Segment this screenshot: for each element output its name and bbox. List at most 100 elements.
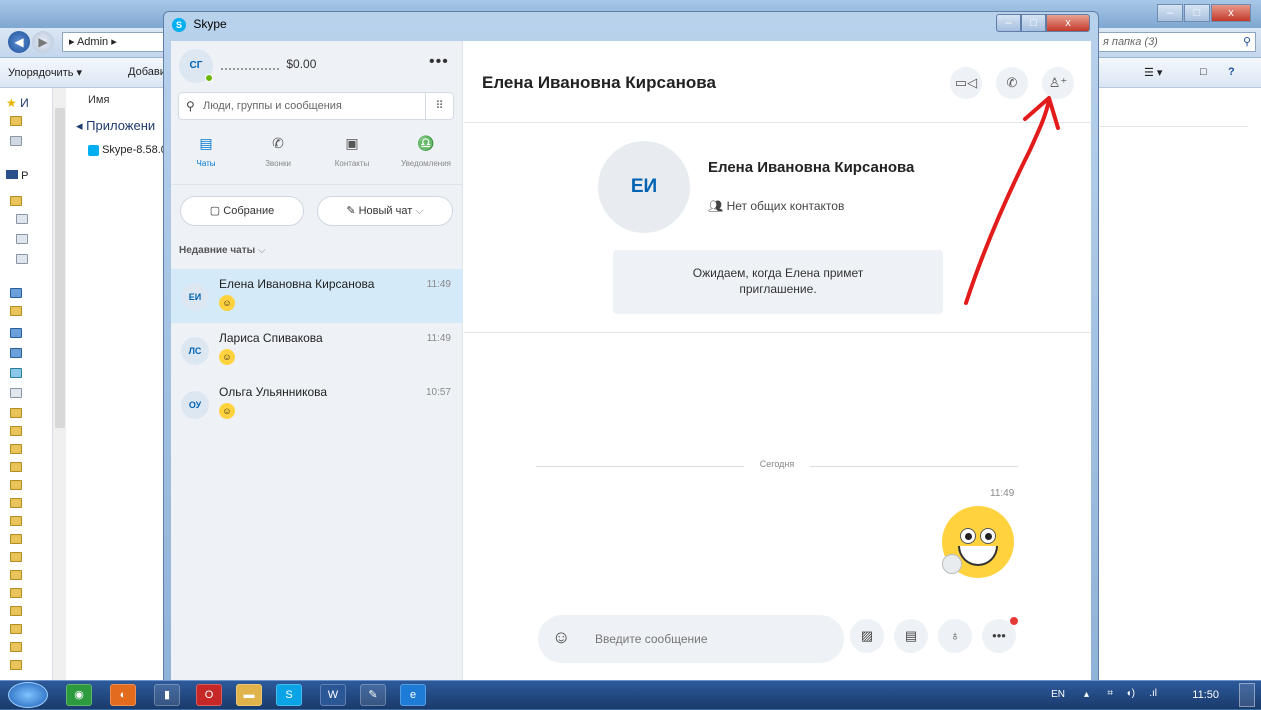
explorer-maximize-button[interactable]: □ <box>1184 4 1210 22</box>
folder-icon[interactable] <box>10 642 22 652</box>
start-button[interactable] <box>8 682 48 708</box>
folder-icon[interactable] <box>10 660 22 670</box>
paint-taskbar-icon[interactable]: ✎ <box>360 684 386 706</box>
computer-item[interactable]: P <box>6 170 28 182</box>
computer-icon <box>6 170 18 179</box>
chrome-taskbar-icon[interactable]: ◉ <box>66 684 92 706</box>
search-icon[interactable]: ⚲ <box>1243 33 1251 51</box>
document-icon[interactable] <box>16 214 28 224</box>
emoji-eye <box>980 528 996 544</box>
tab-chats[interactable]: ▤ Чаты <box>171 135 241 168</box>
video-call-button[interactable]: ▭◁ <box>950 67 982 99</box>
folder-icon[interactable] <box>10 462 22 472</box>
chevron-up-icon[interactable]: ▴ <box>1084 689 1089 700</box>
folder-icon[interactable] <box>10 196 22 206</box>
explorer-search-input[interactable]: я папка (3) ⚲ <box>1098 32 1256 52</box>
add-people-button[interactable]: ♙⁺ <box>1042 67 1074 99</box>
language-indicator[interactable]: EN <box>1051 689 1065 700</box>
folder-icon[interactable] <box>10 408 22 418</box>
network-tray-icon[interactable]: ⌗ <box>1107 688 1113 699</box>
voice-message-button[interactable]: ♁ <box>938 619 972 653</box>
folder-icon[interactable] <box>10 606 22 616</box>
folder-icon[interactable] <box>10 480 22 490</box>
conversation-title[interactable]: Елена Ивановна Кирсанова <box>482 73 716 93</box>
explorer-search-text: я папка (3) <box>1103 36 1158 48</box>
emoji-icon[interactable]: ☺ <box>552 627 570 648</box>
word-taskbar-icon[interactable]: W <box>320 684 346 706</box>
view-options-icon[interactable]: ☰ ▾ <box>1144 66 1162 79</box>
folder-icon[interactable] <box>10 624 22 634</box>
search-input[interactable]: ⚲ Люди, группы и сообщения ⠿ <box>178 92 454 120</box>
explorer-taskbar-icon[interactable]: ▬ <box>236 684 262 706</box>
show-desktop-button[interactable] <box>1239 683 1255 707</box>
dialpad-icon[interactable]: ⠿ <box>425 93 453 119</box>
chat-icon: ▤ <box>199 135 213 151</box>
new-chat-button[interactable]: ✎ Новый чат ⌵ <box>317 196 453 226</box>
drive-icon[interactable] <box>10 136 22 146</box>
file-item[interactable]: Skype-8.58.0 <box>88 144 167 156</box>
computer-label: P <box>21 170 29 182</box>
scrollbar-thumb[interactable] <box>55 108 65 428</box>
more-actions-button[interactable]: ••• <box>982 617 1018 653</box>
send-contact-button[interactable]: ▤ <box>894 619 928 653</box>
add-menu[interactable]: Добави <box>128 66 166 78</box>
explorer-nav-scrollbar[interactable] <box>52 88 66 680</box>
meeting-button[interactable]: ▢ Собрание <box>180 196 304 226</box>
preview-pane-icon[interactable]: □ <box>1200 66 1207 78</box>
chat-list-item[interactable]: ЛС Лариса Спивакова 11:49 ☺ <box>171 323 463 377</box>
group-header[interactable]: ◂ Приложени <box>76 118 155 134</box>
network-icon[interactable] <box>10 348 22 358</box>
folder-icon[interactable] <box>10 588 22 598</box>
chat-list-item[interactable]: ЕИ Елена Ивановна Кирсанова 11:49 ☺ <box>171 269 463 323</box>
skype-taskbar-icon[interactable]: S <box>276 684 302 706</box>
message-input[interactable]: ☺ Введите сообщение <box>538 615 844 663</box>
folder-icon[interactable] <box>10 116 22 126</box>
firefox-taskbar-icon[interactable]: ◐ <box>110 684 136 706</box>
tab-contacts[interactable]: ▣ Контакты <box>317 135 387 168</box>
back-arrow-icon[interactable]: ◀ <box>8 31 30 53</box>
app-taskbar-icon[interactable]: ▮ <box>154 684 180 706</box>
close-button[interactable]: x <box>1046 14 1090 32</box>
star-icon: ★ <box>6 96 17 110</box>
audio-call-button[interactable]: ✆ <box>996 67 1028 99</box>
help-icon[interactable]: ? <box>1228 66 1235 78</box>
folder-icon[interactable] <box>10 498 22 508</box>
folder-icon[interactable] <box>10 444 22 454</box>
wave-emoji-message[interactable] <box>942 506 1014 578</box>
volume-icon[interactable]: ◖) <box>1126 688 1135 699</box>
recent-chats-header[interactable]: Недавние чаты ⌵ <box>179 245 266 256</box>
send-image-button[interactable]: ▨ <box>850 619 884 653</box>
maximize-button[interactable]: □ <box>1021 14 1046 32</box>
network-icon[interactable] <box>10 288 22 298</box>
minimize-button[interactable]: – <box>996 14 1021 32</box>
control-panel-icon[interactable] <box>10 368 22 378</box>
document-icon[interactable] <box>16 254 28 264</box>
folder-icon[interactable] <box>10 552 22 562</box>
organize-menu[interactable]: Упорядочить ▾ <box>8 66 82 79</box>
chat-list-item[interactable]: ОУ Ольга Ульянникова 10:57 ☺ <box>171 377 463 431</box>
explorer-close-button[interactable]: x <box>1211 4 1251 22</box>
forward-arrow-icon[interactable]: ▶ <box>32 31 54 53</box>
more-options-button[interactable]: ••• <box>429 53 449 71</box>
opera-taskbar-icon[interactable]: O <box>196 684 222 706</box>
tab-notifications[interactable]: ♎ Уведомления <box>391 135 461 168</box>
explorer-path[interactable]: ▸ Admin ▸ <box>62 32 172 52</box>
document-icon[interactable] <box>16 234 28 244</box>
explorer-minimize-button[interactable]: – <box>1157 4 1183 22</box>
folder-icon[interactable] <box>10 306 22 316</box>
profile-name[interactable]: $0.00 <box>221 57 316 71</box>
signal-icon[interactable]: .ıl <box>1149 688 1157 699</box>
folder-icon[interactable] <box>10 516 22 526</box>
folder-icon[interactable] <box>10 426 22 436</box>
tab-calls[interactable]: ✆ Звонки <box>243 135 313 168</box>
column-header-name[interactable]: Имя <box>88 94 109 106</box>
clock[interactable]: 11:50 <box>1192 689 1219 701</box>
ie-taskbar-icon[interactable]: e <box>400 684 426 706</box>
folder-icon[interactable] <box>10 570 22 580</box>
profile-avatar[interactable]: СГ <box>179 49 213 83</box>
network-icon[interactable] <box>10 328 22 338</box>
document-icon[interactable] <box>10 388 22 398</box>
folder-icon[interactable] <box>10 534 22 544</box>
favorites-item: ★ И <box>6 96 29 110</box>
message-time: 11:49 <box>990 488 1015 499</box>
